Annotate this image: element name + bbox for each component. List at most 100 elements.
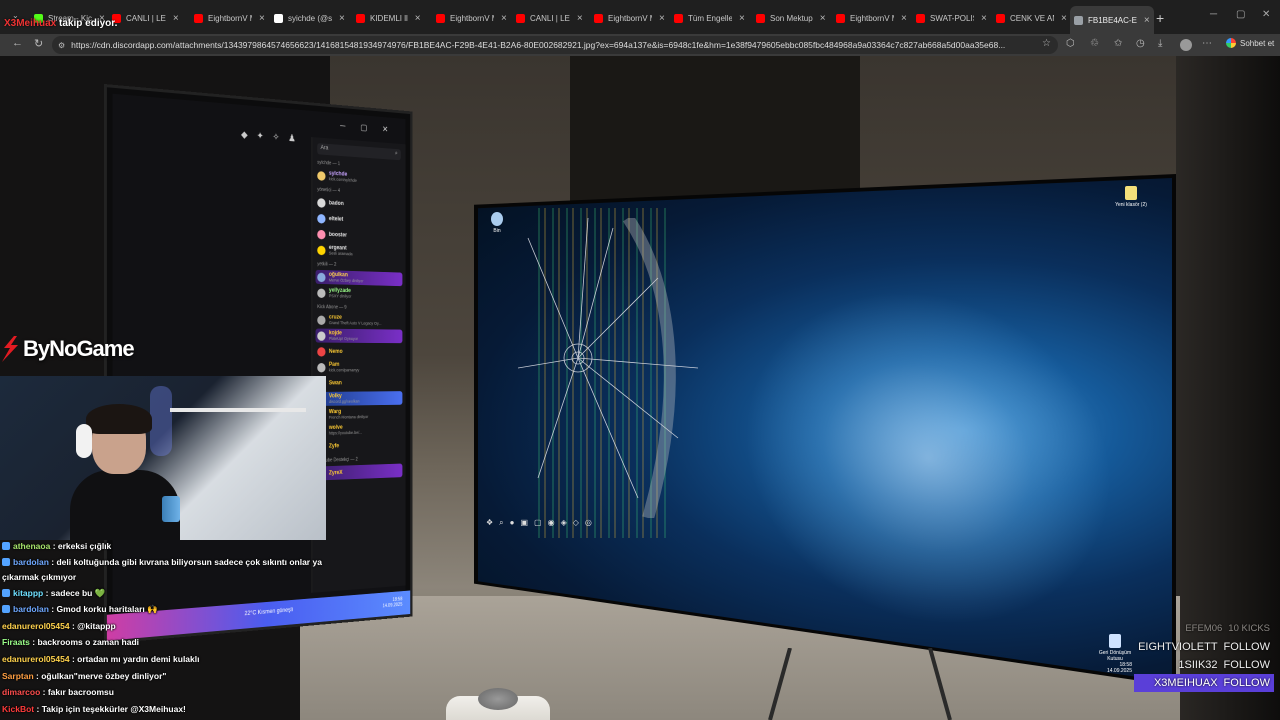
- address-bar[interactable]: ⚙ https://cdn.discordapp.com/attachments…: [52, 36, 1058, 54]
- tab-title: CANLI | LE: [530, 14, 570, 23]
- member-item[interactable]: Zyfe: [316, 437, 403, 453]
- member-item[interactable]: cruze Grand Theft Auto V Legacy Oy...: [316, 313, 403, 328]
- member-name: wolve https://youtube.be/...: [329, 425, 362, 436]
- chat-separator: :: [34, 704, 42, 714]
- browser-tab[interactable]: CANLI | LE ×: [108, 8, 183, 28]
- tab-title: Son Mektup: [770, 14, 813, 23]
- follower-row: EIGHTVIOLETT FOLLOW: [1134, 638, 1274, 656]
- tab-close-icon[interactable]: ×: [1061, 13, 1067, 24]
- back-icon[interactable]: ←: [12, 37, 23, 49]
- member-item[interactable]: booster: [316, 227, 403, 245]
- browser-tab[interactable]: EightbornV M ×: [190, 8, 269, 28]
- chat-text: erkeksi çığlık: [58, 541, 111, 551]
- hub-knob: [478, 688, 518, 710]
- tab-close-icon[interactable]: ×: [259, 13, 265, 24]
- bookmark-star-icon[interactable]: ☆: [1042, 38, 1051, 49]
- avatar[interactable]: [1180, 39, 1192, 51]
- desktop-folder-icon[interactable]: Yeni klasör (2): [1114, 186, 1148, 208]
- chat-message: Firaats : backrooms o zaman hadi: [0, 634, 340, 651]
- tab-close-icon[interactable]: ×: [339, 13, 345, 24]
- copilot-icon: [1226, 38, 1236, 48]
- avatar: [317, 315, 325, 324]
- browser-tab[interactable]: KIDEMLI ll ×: [352, 8, 425, 28]
- member-item[interactable]: Warg French Montana dinliyor: [316, 407, 403, 422]
- url-text: https://cdn.discordapp.com/attachments/1…: [71, 40, 1031, 50]
- member-item[interactable]: sylchde kick.com/sylchde: [316, 168, 403, 187]
- chat-text: fakır bacroomsu: [48, 687, 114, 697]
- tab-close-icon[interactable]: ×: [659, 13, 665, 24]
- extension-icon[interactable]: ⬡: [1066, 38, 1075, 49]
- browser-tab[interactable]: Tüm Engeller ×: [670, 8, 749, 28]
- new-tab-button[interactable]: +: [1156, 10, 1164, 26]
- member-item[interactable]: ZyreX: [316, 464, 403, 481]
- tab-close-icon[interactable]: ×: [739, 13, 745, 24]
- member-name: booster: [329, 232, 347, 238]
- member-item[interactable]: oğulkan Merve Özbey dinliyor: [316, 270, 403, 286]
- chat-username[interactable]: KickBot: [2, 704, 34, 714]
- chat-username[interactable]: bardolan: [13, 557, 49, 567]
- close-window-icon[interactable]: ✕: [1262, 9, 1270, 20]
- avatar: [317, 198, 325, 208]
- menu-dots-icon[interactable]: ⋯: [1202, 38, 1212, 49]
- member-item[interactable]: Swan: [316, 376, 403, 390]
- chat-username[interactable]: athenaoa: [13, 541, 50, 551]
- browser-tab[interactable]: EightbornV M ×: [432, 8, 511, 28]
- avatar: [317, 245, 325, 255]
- member-item[interactable]: ergeant Sesli aramada: [316, 243, 403, 260]
- tab-title: CANLI | LE: [126, 14, 166, 23]
- member-name: Zyfe: [329, 443, 339, 449]
- browser-tab[interactable]: CANLI | LE ×: [512, 8, 587, 28]
- tab-close-icon[interactable]: ×: [820, 13, 826, 24]
- chat-username[interactable]: kitappp: [13, 588, 43, 598]
- tab-close-icon[interactable]: ×: [901, 13, 907, 24]
- member-name: Swan: [329, 380, 342, 386]
- member-section-title: Kick Abone — 9: [317, 304, 405, 311]
- reload-icon[interactable]: ↻: [34, 37, 43, 50]
- chat-username[interactable]: Sarptan: [2, 671, 34, 681]
- member-item[interactable]: eltelet: [316, 211, 403, 229]
- tab-favicon-icon: [674, 14, 683, 23]
- tab-close-icon[interactable]: ×: [1144, 15, 1150, 26]
- chat-text: oğulkan"merve özbey dinliyor": [41, 671, 166, 681]
- chat-button[interactable]: Sohbet et: [1226, 38, 1274, 48]
- chat-username[interactable]: Firaats: [2, 637, 30, 647]
- tab-title: syichde (@sy: [288, 14, 332, 23]
- browser-tab[interactable]: SWAT-POLIS ×: [912, 8, 991, 28]
- favorites-icon[interactable]: ✩: [1114, 38, 1122, 49]
- tab-close-icon[interactable]: ×: [577, 13, 583, 24]
- profile-sync-icon[interactable]: ♲: [1090, 38, 1099, 49]
- right-taskbar-clock: 18:58 14.09.2025: [1107, 662, 1132, 674]
- maximize-icon[interactable]: ▢: [1236, 9, 1245, 20]
- recycle-bin-icon[interactable]: Geri Dönüşüm Kutusu: [1098, 634, 1132, 662]
- tab-close-icon[interactable]: ×: [981, 13, 987, 24]
- browser-tab[interactable]: syichde (@sy ×: [270, 8, 349, 28]
- history-icon[interactable]: ◷: [1136, 38, 1145, 49]
- minimize-icon[interactable]: ─: [1210, 9, 1217, 20]
- site-info-icon[interactable]: ⚙: [58, 41, 65, 50]
- chat-username[interactable]: edanurerol05454: [2, 654, 70, 664]
- downloads-icon[interactable]: ⤓: [1158, 38, 1162, 49]
- member-item[interactable]: Pam kick.com/pamanyy: [316, 360, 403, 374]
- tab-close-icon[interactable]: ×: [501, 13, 507, 24]
- browser-tab[interactable]: Son Mektup ×: [752, 8, 830, 28]
- browser-tab[interactable]: EightbornV M ×: [832, 8, 911, 28]
- discord-search-input[interactable]: Ara ⌕: [317, 143, 401, 160]
- follower-name: 1SIIK32: [1178, 656, 1217, 674]
- member-item[interactable]: yellyzade PSXY dinliyor: [316, 286, 403, 302]
- browser-tab[interactable]: CENK VE AM ×: [992, 8, 1071, 28]
- chat-username[interactable]: dimarcoo: [2, 687, 40, 697]
- chat-username[interactable]: bardolan: [13, 604, 49, 614]
- member-item[interactable]: wolve https://youtube.be/...: [316, 422, 403, 438]
- member-item[interactable]: Nemo: [316, 344, 403, 358]
- browser-tab[interactable]: EightbornV M ×: [590, 8, 669, 28]
- tab-favicon-icon: [356, 14, 365, 23]
- member-name: sylchde kick.com/sylchde: [329, 171, 357, 183]
- desktop-app-icon[interactable]: Bin: [480, 212, 514, 234]
- chat-username[interactable]: edanurerol05454: [2, 621, 70, 631]
- browser-tab[interactable]: FB1BE4AC-E ×: [1070, 6, 1154, 34]
- tab-close-icon[interactable]: ×: [415, 13, 421, 24]
- member-item[interactable]: Volky discord.gg/seolkan: [316, 391, 403, 406]
- tab-close-icon[interactable]: ×: [173, 13, 179, 24]
- member-status: French Montana dinliyor: [329, 414, 368, 419]
- member-item[interactable]: kojde PlateUp! Oynuyor: [316, 329, 403, 344]
